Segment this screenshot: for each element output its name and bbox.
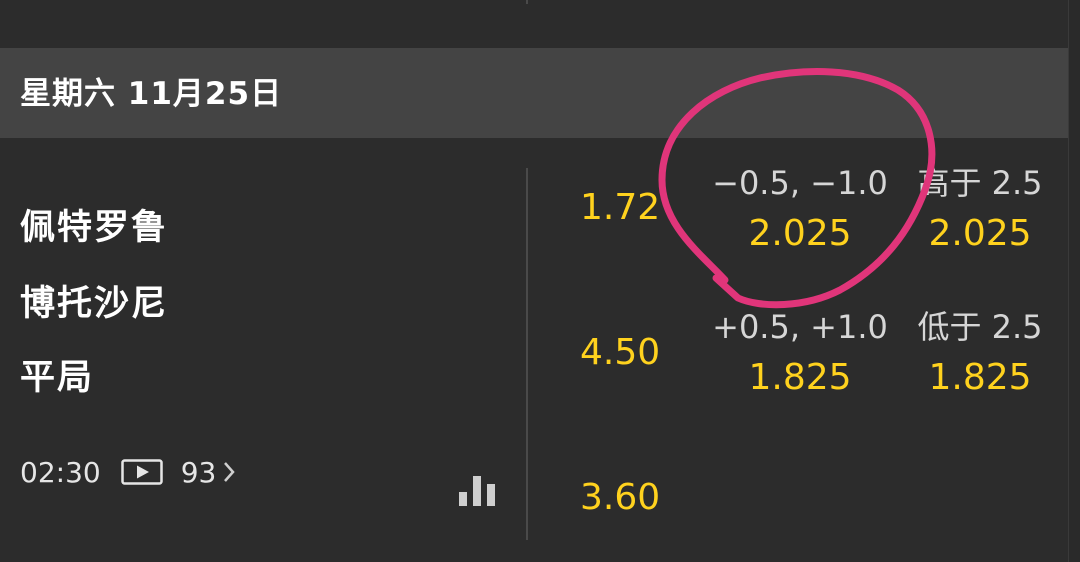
bar-chart-icon[interactable] <box>458 470 496 506</box>
right-edge-panel <box>1068 0 1080 562</box>
match-meta[interactable]: 02:30 93 <box>20 452 236 492</box>
chevron-right-icon[interactable] <box>222 459 236 485</box>
handicap-odd-1[interactable]: 2.025 <box>710 212 890 256</box>
odds-away[interactable]: 4.50 <box>580 331 660 375</box>
handicap-odd-2[interactable]: 1.825 <box>710 356 890 400</box>
odds-draw[interactable]: 3.60 <box>580 476 660 520</box>
handicap-line-1: −0.5, −1.0 <box>712 164 888 202</box>
play-video-icon[interactable] <box>120 459 163 485</box>
date-label: 星期六 11月25日 <box>20 76 283 112</box>
market-count[interactable]: 93 <box>181 456 217 489</box>
over-line: 高于 2.5 <box>917 164 1043 202</box>
odds-home[interactable]: 1.72 <box>580 186 660 230</box>
top-strip <box>0 0 1080 48</box>
right-edge-divider <box>1068 0 1069 562</box>
column-divider <box>526 168 528 540</box>
under-odd[interactable]: 1.825 <box>890 356 1070 400</box>
over-odd[interactable]: 2.025 <box>890 212 1070 256</box>
column-divider-top <box>526 0 528 4</box>
kickoff-time: 02:30 <box>20 455 101 489</box>
handicap-line-2: +0.5, +1.0 <box>712 308 888 346</box>
under-line: 低于 2.5 <box>917 308 1043 346</box>
draw-label: 平局 <box>20 358 95 398</box>
home-team-name[interactable]: 佩特罗鲁 <box>20 206 168 250</box>
away-team-name[interactable]: 博托沙尼 <box>20 282 168 326</box>
